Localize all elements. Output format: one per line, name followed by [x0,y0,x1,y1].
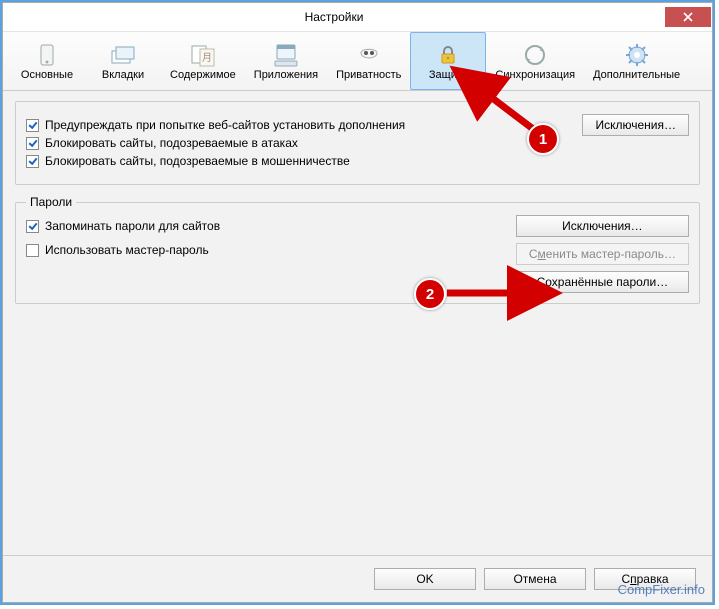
applications-icon [273,41,299,69]
tab-toolbar: Основные Вкладки 月 Содержимое Приложения… [3,32,712,91]
block-fraud-checkbox[interactable] [26,155,39,168]
remember-passwords-checkbox[interactable] [26,220,39,233]
window-title: Настройки [3,10,665,24]
use-master-password-checkbox[interactable] [26,244,39,257]
warnings-group: Предупреждать при попытке веб-сайтов уст… [15,101,700,185]
block-fraud-label: Блокировать сайты, подозреваемые в мошен… [45,154,350,168]
warn-addons-checkbox[interactable] [26,119,39,132]
tab-sync[interactable]: Синхронизация [486,32,584,90]
annotation-badge-2: 2 [414,278,446,310]
svg-text:月: 月 [202,52,212,64]
block-attack-label: Блокировать сайты, подозреваемые в атака… [45,136,298,150]
ok-button[interactable]: OK [374,568,476,590]
saved-passwords-button[interactable]: Сохранённые пароли… [516,271,689,293]
passwords-legend: Пароли [26,195,76,209]
tab-label: Приватность [336,69,401,81]
dialog-footer: OK Отмена Справка [3,555,712,602]
tab-label: Вкладки [102,69,144,81]
tab-label: Основные [21,69,73,81]
annotation-badge-1: 1 [527,123,559,155]
warn-addons-label: Предупреждать при попытке веб-сайтов уст… [45,118,405,132]
tab-label: Синхронизация [495,69,575,81]
tab-security[interactable]: Защита [410,32,486,90]
tab-tabs[interactable]: Вкладки [85,32,161,90]
exceptions-button[interactable]: Исключения… [582,114,689,136]
tab-privacy[interactable]: Приватность [327,32,410,90]
tab-content[interactable]: 月 Содержимое [161,32,245,90]
content-area: Предупреждать при попытке веб-сайтов уст… [3,91,712,555]
close-button[interactable] [665,7,711,27]
security-icon [436,41,460,69]
use-master-password-label: Использовать мастер-пароль [45,243,209,257]
privacy-icon [357,41,381,69]
tab-label: Приложения [254,69,318,81]
remember-passwords-label: Запоминать пароли для сайтов [45,219,220,233]
tab-advanced[interactable]: Дополнительные [584,32,689,90]
help-button[interactable]: Справка [594,568,696,590]
content-icon: 月 [190,41,216,69]
tab-label: Защита [429,69,468,81]
tab-label: Содержимое [170,69,236,81]
tab-label: Дополнительные [593,69,680,81]
general-icon [35,41,59,69]
tab-applications[interactable]: Приложения [245,32,327,90]
gear-icon [625,41,649,69]
sync-icon [523,41,547,69]
titlebar: Настройки [3,3,712,32]
passwords-exceptions-button[interactable]: Исключения… [516,215,689,237]
tab-general[interactable]: Основные [9,32,85,90]
tabs-icon [110,41,136,69]
cancel-button[interactable]: Отмена [484,568,586,590]
change-master-password-button: Сменить мастер-пароль… [516,243,689,265]
passwords-group: Пароли Запоминать пароли для сайтов Испо… [15,195,700,304]
block-attack-checkbox[interactable] [26,137,39,150]
